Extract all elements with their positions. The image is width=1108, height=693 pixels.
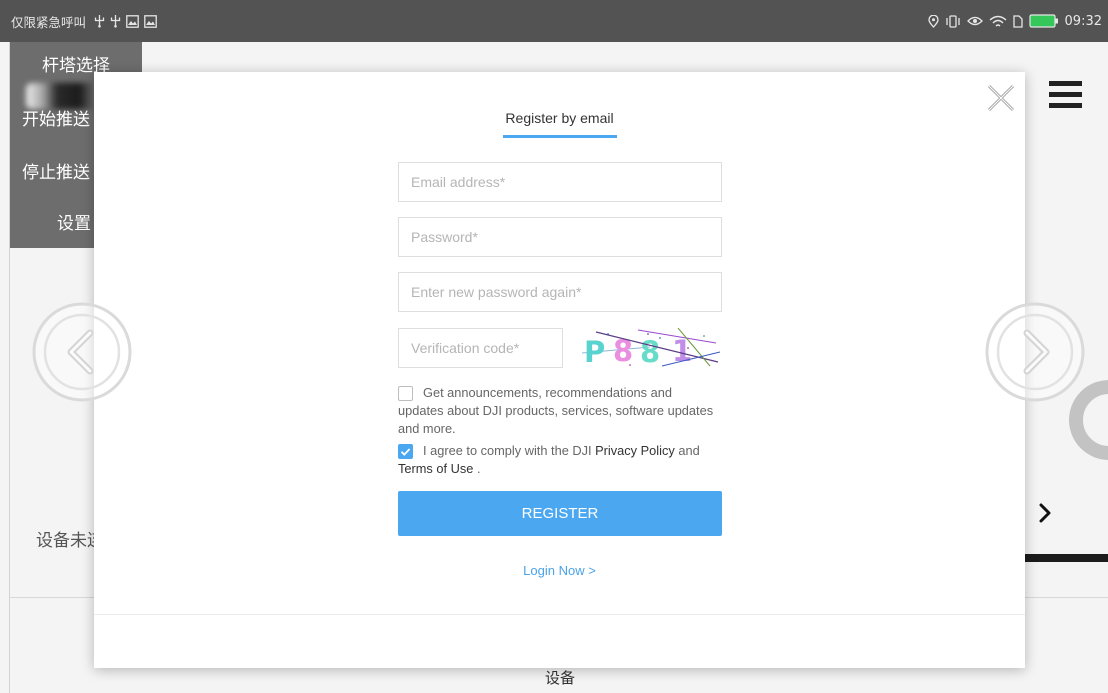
close-button[interactable]	[986, 83, 1016, 113]
hamburger-menu-icon[interactable]	[1049, 81, 1082, 108]
status-time: 09:32	[1064, 13, 1102, 29]
newsletter-text-line: Get announcements, recommendations and	[423, 385, 672, 400]
eye-icon	[966, 15, 983, 27]
verification-code-field[interactable]	[398, 328, 563, 368]
tab-active-underline	[503, 135, 617, 138]
sim-icon	[1012, 14, 1023, 28]
tab-device[interactable]: 设备	[510, 667, 610, 689]
avatar	[26, 83, 100, 109]
agreement-suffix: .	[473, 461, 481, 476]
next-button[interactable]	[983, 300, 1087, 404]
tab-register-by-email[interactable]: Register by email	[94, 108, 1025, 128]
side-menu-item-stop-push[interactable]: 停止推送	[22, 163, 90, 183]
newsletter-text-line: and more.	[398, 421, 456, 436]
captcha-image[interactable]: P 8 8 1	[578, 327, 722, 369]
password-confirm-field[interactable]	[398, 272, 722, 312]
location-icon	[927, 14, 939, 28]
chevron-right-icon	[985, 302, 1085, 402]
register-button[interactable]: REGISTER	[398, 491, 722, 536]
app-screen: 仅限紧急呼叫 09:32 杆塔选择 开始推送 停止推送 设置 设备未连 设备 R…	[0, 0, 1108, 693]
image-icon	[126, 14, 139, 28]
side-menu-item-settings[interactable]: 设置	[57, 214, 91, 234]
newsletter-text-line: updates about DJI products, services, so…	[398, 403, 714, 418]
register-modal: Register by email P 8 8 1	[94, 72, 1025, 668]
agreement-middle: and	[674, 443, 700, 458]
agreement-prefix: I agree to comply with the DJI	[423, 443, 596, 458]
agreement-option: I agree to comply with the DJI Privacy P…	[398, 442, 728, 478]
password-field[interactable]	[398, 217, 722, 257]
email-field[interactable]	[398, 162, 722, 202]
modal-divider	[94, 614, 1025, 615]
usb-icon	[94, 14, 105, 28]
chevron-right-icon[interactable]	[1037, 501, 1053, 525]
wifi-icon	[989, 15, 1007, 28]
login-now-link[interactable]: Login Now >	[94, 563, 1025, 579]
status-bar-left: 仅限紧急呼叫	[11, 0, 157, 42]
captcha-char: 8	[640, 335, 660, 368]
image-icon	[144, 14, 157, 28]
status-bar: 仅限紧急呼叫 09:32	[0, 0, 1108, 42]
vibrate-icon	[945, 14, 961, 28]
carrier-status-text: 仅限紧急呼叫	[11, 14, 87, 30]
chevron-left-icon	[32, 302, 132, 402]
agreement-text-line: I agree to comply with the DJI Privacy P…	[398, 442, 728, 460]
battery-icon	[1028, 14, 1059, 28]
terms-of-use-link[interactable]: Terms of Use	[398, 461, 473, 476]
side-menu-item-start-push[interactable]: 开始推送	[22, 110, 90, 130]
agreement-checkbox[interactable]	[398, 444, 413, 459]
newsletter-option: Get announcements, recommendations and u…	[398, 384, 728, 438]
newsletter-checkbox[interactable]	[398, 386, 413, 401]
captcha-char: P	[584, 335, 605, 368]
prev-button[interactable]	[30, 300, 134, 404]
usb-icon	[110, 14, 121, 28]
close-icon	[987, 84, 1015, 112]
privacy-policy-link[interactable]: Privacy Policy	[595, 443, 675, 458]
status-bar-right: 09:32	[927, 0, 1102, 42]
agreement-text-line: Terms of Use .	[398, 460, 728, 478]
